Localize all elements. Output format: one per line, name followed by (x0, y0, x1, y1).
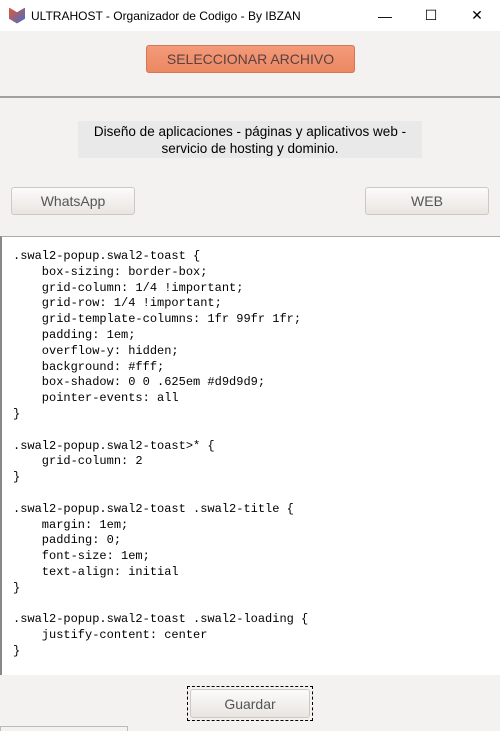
save-button[interactable]: Guardar (190, 689, 310, 718)
maximize-button[interactable]: ☐ (408, 0, 454, 31)
app-logo-icon (9, 7, 25, 24)
whatsapp-button[interactable]: WhatsApp (11, 187, 135, 215)
title-bar: ULTRAHOST - Organizador de Codigo - By I… (0, 0, 500, 31)
description-label: Diseño de aplicaciones - páginas y aplic… (78, 121, 422, 158)
status-panel (0, 726, 128, 731)
close-button[interactable]: ✕ (454, 0, 500, 31)
save-button-focus: Guardar (187, 686, 313, 721)
minimize-button[interactable]: — (362, 0, 408, 31)
web-button[interactable]: WEB (365, 187, 489, 215)
code-editor[interactable]: .swal2-popup.swal2-toast { box-sizing: b… (0, 236, 500, 675)
window-title: ULTRAHOST - Organizador de Codigo - By I… (31, 8, 301, 23)
select-file-button[interactable]: SELECCIONAR ARCHIVO (146, 45, 355, 73)
divider (0, 96, 500, 98)
